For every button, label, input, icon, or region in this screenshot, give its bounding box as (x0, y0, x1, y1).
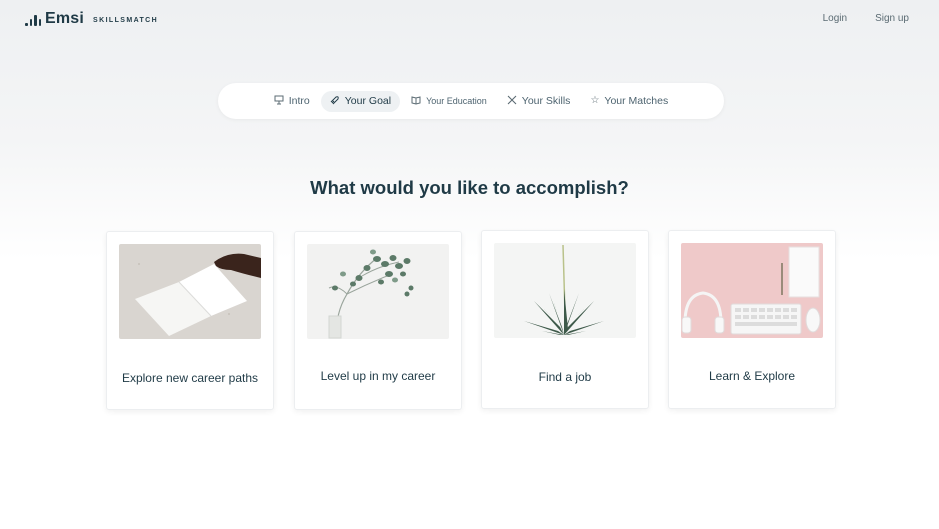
emsi-logo[interactable]: Emsi SKILLSMATCH (25, 10, 158, 28)
step-your-goal[interactable]: Your Goal (320, 90, 401, 112)
goal-card-level-up[interactable]: Level up in my career (294, 231, 462, 410)
step-label: Your Matches (604, 95, 669, 107)
step-your-education[interactable]: Your Education (402, 91, 496, 112)
step-your-skills[interactable]: Your Skills (498, 91, 580, 112)
goal-card-learn-explore[interactable]: Learn & Explore (668, 230, 836, 409)
goal-card-label: Level up in my career (320, 369, 436, 383)
step-label: Your Skills (521, 95, 571, 107)
step-intro[interactable]: Intro (265, 91, 319, 112)
product-name: SKILLSMATCH (93, 16, 159, 24)
goal-card-label: Explore new career paths (121, 371, 259, 385)
tools-icon (507, 95, 517, 108)
bar-chart-icon (25, 12, 41, 26)
step-your-matches[interactable]: ☆ Your Matches (581, 91, 677, 111)
goal-card-find-job[interactable]: Find a job (481, 230, 649, 409)
goal-card-label: Find a job (538, 370, 592, 384)
step-label: Intro (288, 95, 310, 107)
presentation-board-icon (274, 95, 284, 108)
desk-workspace-image (681, 243, 823, 338)
rocket-icon (330, 95, 340, 108)
top-bar: Emsi SKILLSMATCH Login Sign up (0, 0, 939, 40)
step-label: Your Goal (344, 95, 392, 107)
page-title: What would you like to accomplish? (310, 177, 629, 198)
goal-card-explore-career-paths[interactable]: Explore new career paths (106, 231, 274, 410)
brand-name: Emsi (45, 10, 85, 27)
step-label: Your Education (426, 96, 487, 106)
open-notebook-image (119, 244, 261, 339)
book-icon (411, 95, 421, 108)
star-icon: ☆ (590, 95, 600, 106)
eucalyptus-branch-image (307, 244, 449, 339)
signup-link[interactable]: Sign up (875, 13, 909, 24)
goal-card-label: Learn & Explore (708, 369, 796, 383)
progress-steps: Intro Your Goal Your Education Your Skil… (218, 83, 724, 119)
auth-links: Login Sign up (823, 13, 909, 24)
succulent-plant-image (494, 243, 636, 338)
login-link[interactable]: Login (823, 13, 847, 24)
